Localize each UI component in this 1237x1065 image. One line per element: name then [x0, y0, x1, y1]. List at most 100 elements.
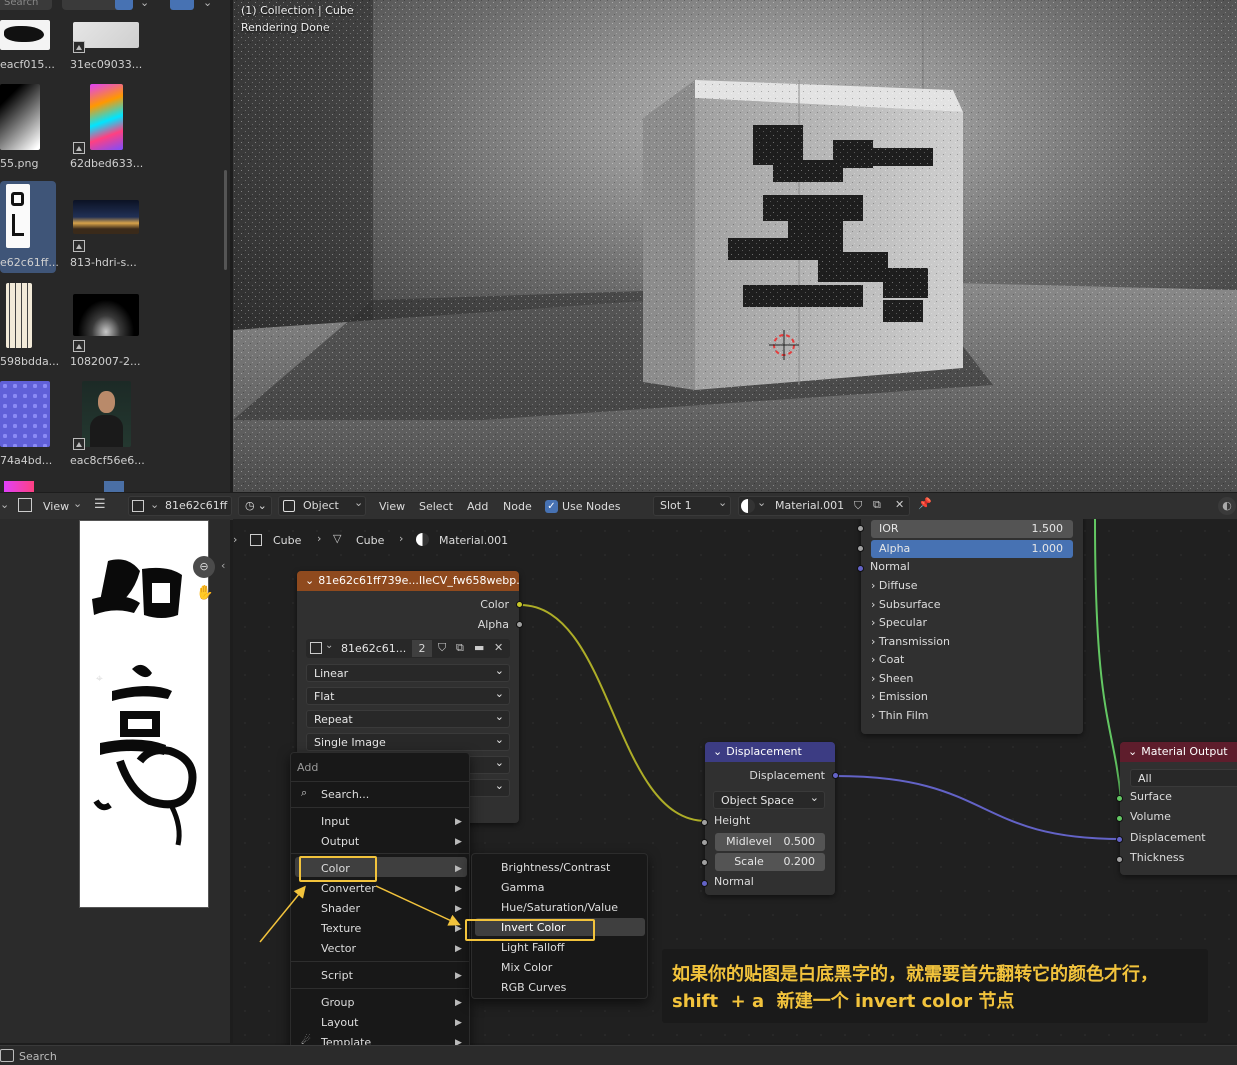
overlay-toggle-icon[interactable]: ◐	[1218, 497, 1236, 515]
fake-user-shield-icon[interactable]: ⛉	[854, 499, 862, 513]
tile-thumb-calligraphy[interactable]	[6, 184, 30, 248]
panel-emission[interactable]: › Emission	[871, 690, 928, 703]
menu-item-group[interactable]: Group	[321, 996, 355, 1009]
tile-thumb-hdri-city[interactable]	[73, 200, 139, 234]
output-alpha-socket[interactable]	[516, 621, 523, 628]
thickness-socket[interactable]	[1116, 856, 1123, 863]
folder-icon[interactable]: ▬	[474, 641, 484, 654]
breadcrumb-material[interactable]: Material.001	[439, 534, 508, 547]
extension-dropdown[interactable]: Repeat	[306, 708, 510, 728]
tile-label[interactable]: 31ec09033...	[70, 58, 142, 71]
displacement-node[interactable]: ⌄ Displacement Displacement Object Space …	[701, 742, 839, 895]
display-chevron-icon[interactable]: ⌄	[140, 0, 149, 9]
tile-label[interactable]: 813-hdri-s...	[70, 256, 137, 269]
displacement-output-socket[interactable]	[832, 772, 839, 779]
tile-label[interactable]: 62dbed633...	[70, 157, 143, 170]
source-dropdown[interactable]: Single Image	[306, 731, 510, 751]
image-texture-node-header[interactable]: ⌄ 81e62c61ff739e...IIeCV_fw658webp.	[297, 571, 519, 591]
menu-item-input[interactable]: Input	[321, 815, 349, 828]
menu-item-brightness-contrast[interactable]: Brightness/Contrast	[501, 861, 610, 874]
ior-field[interactable]: IOR 1.500	[871, 520, 1073, 538]
menu-item-hue-saturation-value[interactable]: Hue/Saturation/Value	[501, 901, 618, 914]
breadcrumb-object[interactable]: Cube	[273, 534, 301, 547]
image-browse-icon[interactable]	[132, 500, 144, 512]
duplicate-icon[interactable]: ⧉	[873, 498, 881, 512]
surface-socket[interactable]	[1116, 795, 1123, 802]
close-icon[interactable]: ✕	[895, 498, 904, 511]
image-editor[interactable]: ⊖ ✋ ‹ ⌖	[0, 519, 230, 1043]
projection-dropdown[interactable]: Flat	[306, 685, 510, 705]
tile-label[interactable]: 55.png	[0, 157, 38, 170]
panel-subsurface[interactable]: › Subsurface	[871, 598, 941, 611]
normal-socket[interactable]	[701, 880, 708, 887]
hand-pan-icon[interactable]: ✋	[196, 585, 213, 601]
tile-thumb-colorful-art[interactable]	[90, 84, 123, 150]
menu-item-layout[interactable]: Layout	[321, 1016, 358, 1029]
normal-socket[interactable]	[857, 565, 864, 572]
menu-item-shader[interactable]: Shader	[321, 902, 360, 915]
menu-item-script[interactable]: Script	[321, 969, 353, 982]
menu-view[interactable]: View	[379, 500, 405, 513]
tile-label[interactable]: 74a4bd...	[0, 454, 52, 467]
pin-icon[interactable]: 📌	[918, 497, 932, 510]
chevron-down-icon[interactable]: ⌄	[73, 497, 82, 510]
tile-thumb-spotlight[interactable]	[73, 294, 139, 336]
close-icon[interactable]: ✕	[494, 641, 503, 654]
material-output-node-header[interactable]: ⌄ Material Output	[1120, 742, 1237, 762]
user-count[interactable]: 2	[412, 640, 432, 657]
thumbnail-view-toggle[interactable]	[115, 0, 133, 10]
interpolation-dropdown[interactable]: Linear	[306, 662, 510, 682]
tile-thumb-ink-brush[interactable]	[0, 20, 50, 50]
file-browser-scrollbar[interactable]	[224, 170, 227, 270]
hamburger-menu-icon[interactable]: ☰	[94, 497, 106, 512]
panel-transmission[interactable]: › Transmission	[871, 635, 950, 648]
tile-thumb-gradient[interactable]	[0, 84, 40, 150]
view-menu[interactable]: View	[43, 500, 69, 513]
menu-add[interactable]: Add	[467, 500, 488, 513]
fake-user-shield-icon[interactable]: ⛉	[438, 641, 446, 655]
panel-sheen[interactable]: › Sheen	[871, 672, 913, 685]
menu-item-converter[interactable]: Converter	[321, 882, 376, 895]
file-browser-search-input[interactable]: Search	[0, 0, 52, 10]
alpha-socket[interactable]	[857, 545, 864, 552]
volume-socket[interactable]	[1116, 815, 1123, 822]
menu-item-rgb-curves[interactable]: RGB Curves	[501, 981, 566, 994]
target-dropdown[interactable]: All	[1130, 767, 1237, 787]
scale-field[interactable]: Scale 0.200	[715, 853, 825, 871]
midlevel-field[interactable]: Midlevel 0.500	[715, 833, 825, 851]
add-menu-search[interactable]: Search...	[321, 788, 369, 801]
image-datablock-selector[interactable]: ⌄ 81e62c61... 2 ⛉ ⧉ ▬ ✕	[306, 639, 510, 658]
menu-item-light-falloff[interactable]: Light Falloff	[501, 941, 564, 954]
menu-item-texture[interactable]: Texture	[321, 922, 361, 935]
chevron-down-icon[interactable]: ⌄	[150, 498, 159, 511]
breadcrumb-mesh[interactable]: Cube	[356, 534, 384, 547]
ior-socket[interactable]	[857, 525, 864, 532]
principled-bsdf-node[interactable]: IOR 1.500 Alpha 1.000 Normal › Diffuse › S…	[857, 519, 1083, 734]
image-name[interactable]: 81e62c61...	[341, 642, 406, 655]
add-menu[interactable]: Add ⌕ Search... Input ▶ Output ▶ Color ▶ Co…	[290, 752, 470, 1054]
use-nodes-checkbox[interactable]: ✓	[545, 500, 558, 513]
menu-item-output[interactable]: Output	[321, 835, 359, 848]
tile-thumb-normal-map[interactable]	[0, 381, 50, 447]
tile-label[interactable]: eacf015...	[0, 58, 55, 71]
sidebar-toggle-icon[interactable]: ‹	[221, 559, 225, 572]
tile-label[interactable]: e62c61ff...	[0, 256, 59, 269]
output-color-socket[interactable]	[516, 601, 523, 608]
panel-specular[interactable]: › Specular	[871, 616, 927, 629]
alpha-field[interactable]: Alpha 1.000	[871, 540, 1073, 558]
space-dropdown[interactable]: Object Space	[713, 789, 825, 809]
material-output-node[interactable]: ⌄Material Output All Surface Volume Disp…	[1116, 742, 1237, 875]
tile-label[interactable]: 1082007-2...	[70, 355, 140, 368]
3d-viewport[interactable]: (1) Collection | Cube Rendering Done	[233, 0, 1237, 492]
menu-node[interactable]: Node	[503, 500, 532, 513]
displacement-socket[interactable]	[1116, 836, 1123, 843]
menu-item-vector[interactable]: Vector	[321, 942, 356, 955]
midlevel-socket[interactable]	[701, 839, 708, 846]
color-submenu[interactable]: Brightness/Contrast Gamma Hue/Saturation…	[465, 853, 648, 999]
tile-label[interactable]: 598bdda...	[0, 355, 59, 368]
tile-thumb-portrait[interactable]	[82, 381, 131, 447]
menu-item-mix-color[interactable]: Mix Color	[501, 961, 552, 974]
zoom-icon[interactable]: ⊖	[193, 556, 215, 578]
chevron-down-icon[interactable]: ⌄	[0, 498, 9, 511]
scale-socket[interactable]	[701, 859, 708, 866]
